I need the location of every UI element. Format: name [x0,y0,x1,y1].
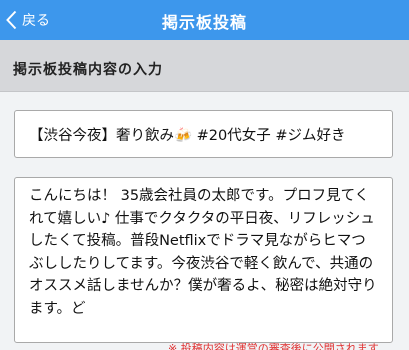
post-body-textarea[interactable]: こんにちは！ 35歳会社員の太郎です。プロフ見てくれて嬉しい♪ 仕事でクタクタの… [14,177,393,343]
section-header: 掲示板投稿内容の入力 [0,40,409,92]
page-title: 掲示板投稿 [161,13,247,32]
app-header: 戻る 掲示板投稿 [0,0,409,40]
post-title-input[interactable]: 【渋谷今夜】奢り飲み🍻 #20代女子 #ジム好き [14,110,393,158]
section-heading: 掲示板投稿内容の入力 [13,62,163,78]
notice-text: ※ 投稿内容は運営の審査後に公開されます [168,343,379,350]
